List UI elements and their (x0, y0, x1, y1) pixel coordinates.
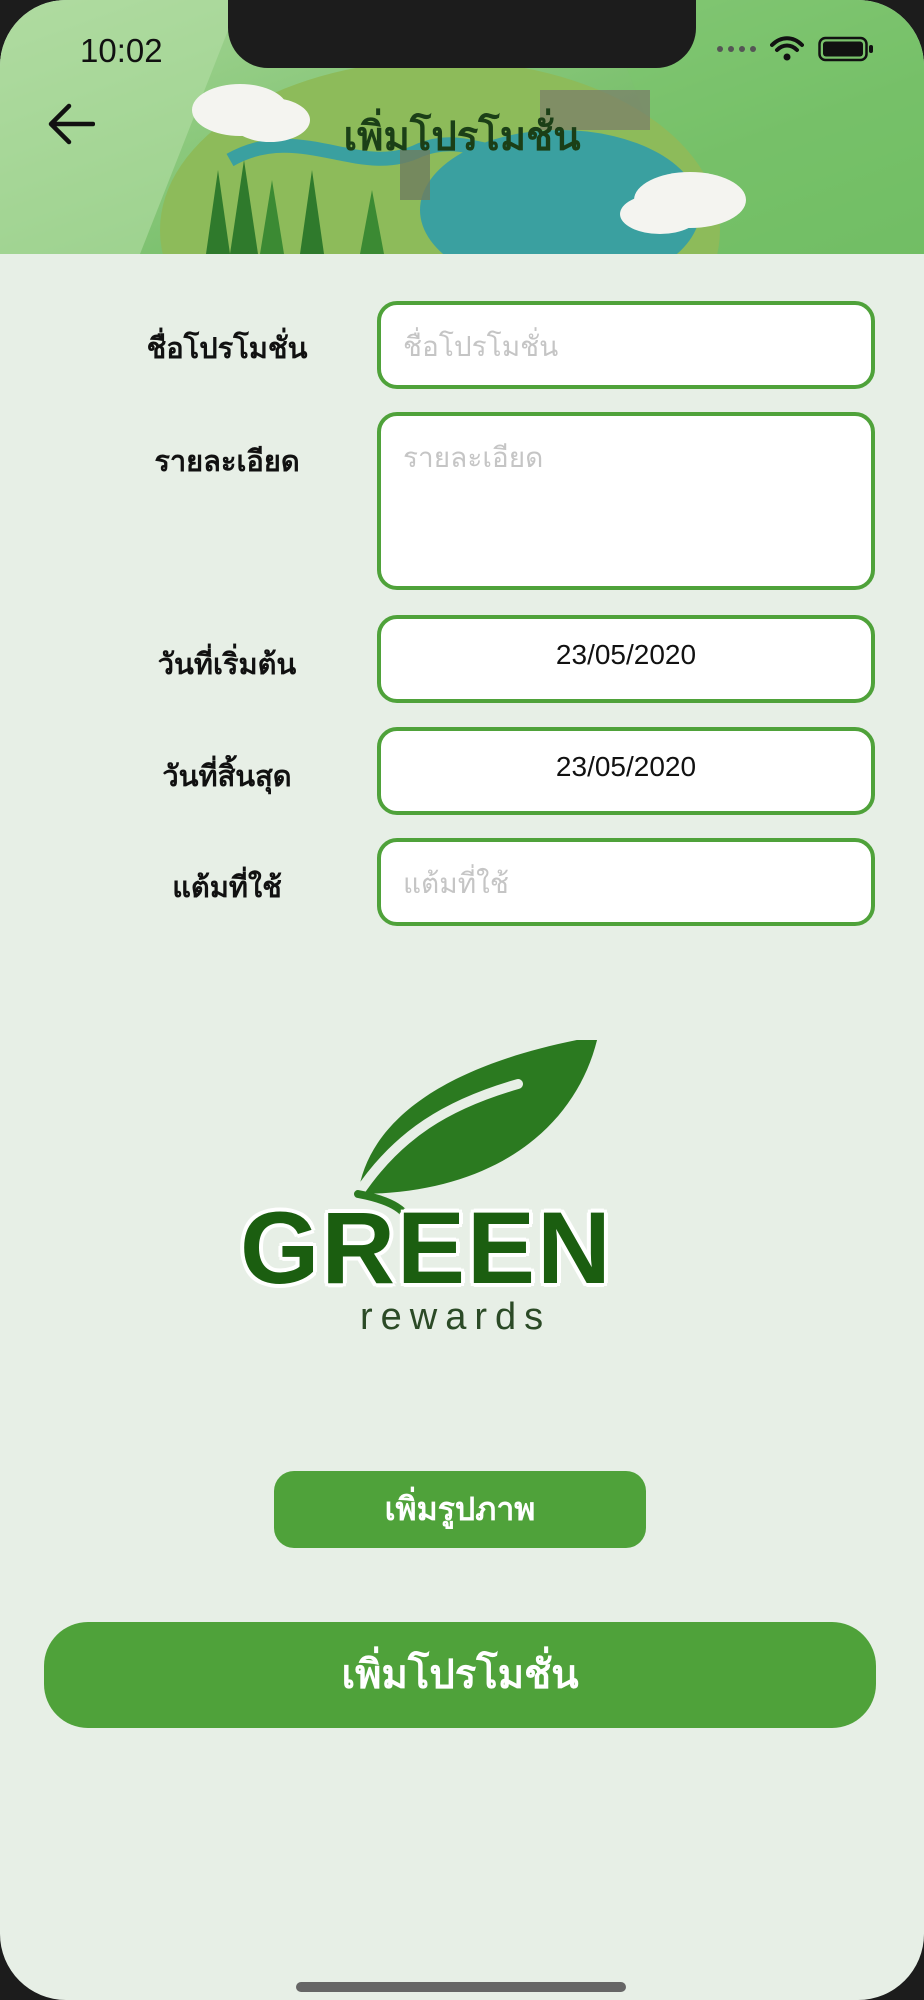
notch (228, 0, 696, 68)
green-rewards-logo: GREEN rewards (240, 1040, 620, 1340)
signal-dots-icon (717, 46, 756, 52)
promo-name-label: ชื่อโปรโมชั่น (146, 333, 308, 365)
start-date-field[interactable]: 23/05/2020 (377, 615, 875, 703)
details-textarea[interactable]: รายละเอียด (377, 412, 875, 590)
end-date-field[interactable]: 23/05/2020 (377, 727, 875, 815)
logo-title: GREEN (240, 1191, 613, 1305)
status-time: 10:02 (80, 32, 163, 69)
points-input[interactable]: แต้มที่ใช้ (377, 838, 875, 926)
app-screen: 10:02 เพิ่มโปรโมชั่น ชื่อโปรโมชั่น ชื่อโ… (0, 0, 924, 2000)
wifi-icon (770, 36, 804, 61)
page-title: เพิ่มโปรโมชั่น (343, 115, 581, 159)
start-date-label: วันที่เริ่มต้น (157, 649, 297, 681)
details-label: รายละเอียด (154, 446, 300, 478)
add-promotion-button[interactable]: เพิ่มโปรโมชั่น (44, 1622, 876, 1728)
end-date-label: วันที่สิ้นสุด (162, 761, 292, 793)
promo-name-input[interactable]: ชื่อโปรโมชั่น (377, 301, 875, 389)
logo-subtitle: rewards (360, 1296, 552, 1338)
add-image-button[interactable]: เพิ่มรูปภาพ (274, 1471, 646, 1548)
battery-icon (818, 36, 873, 62)
status-icons (717, 36, 874, 62)
home-indicator (296, 1982, 626, 1992)
points-label: แต้มที่ใช้ (172, 872, 282, 904)
